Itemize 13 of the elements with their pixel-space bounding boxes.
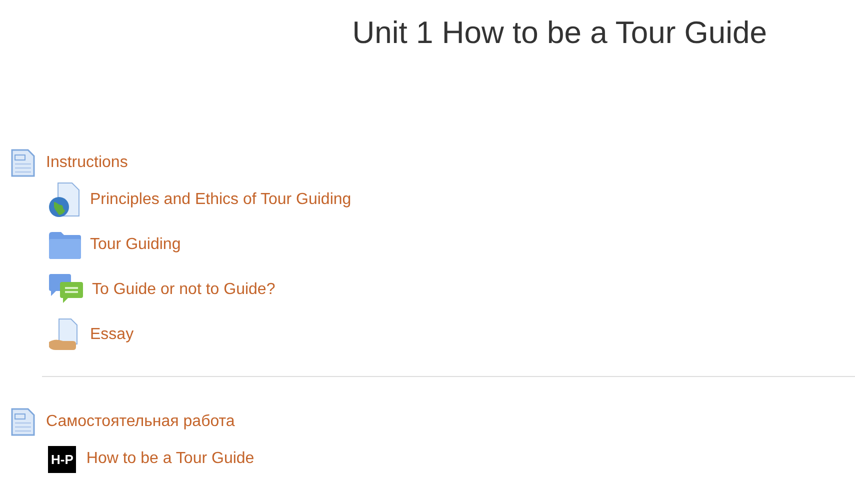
activity-link[interactable]: Самостоятельная работа: [46, 410, 235, 434]
activity-link[interactable]: How to be a Tour Guide: [86, 447, 254, 472]
folder-icon: [48, 230, 82, 260]
activity-link[interactable]: Instructions: [46, 150, 128, 175]
activity-link[interactable]: Tour Guiding: [90, 233, 181, 258]
globe-document-icon: [48, 182, 82, 218]
hp-logo-icon: H-P: [48, 446, 76, 473]
activity-link[interactable]: Principles and Ethics of Tour Guiding: [90, 188, 352, 212]
document-icon: [10, 148, 36, 177]
page-title: Unit 1 How to be a Tour Guide: [352, 14, 767, 52]
activity-link[interactable]: To Guide or not to Guide?: [92, 278, 276, 302]
activity-link[interactable]: Essay: [90, 323, 134, 348]
document-icon: [10, 408, 36, 436]
